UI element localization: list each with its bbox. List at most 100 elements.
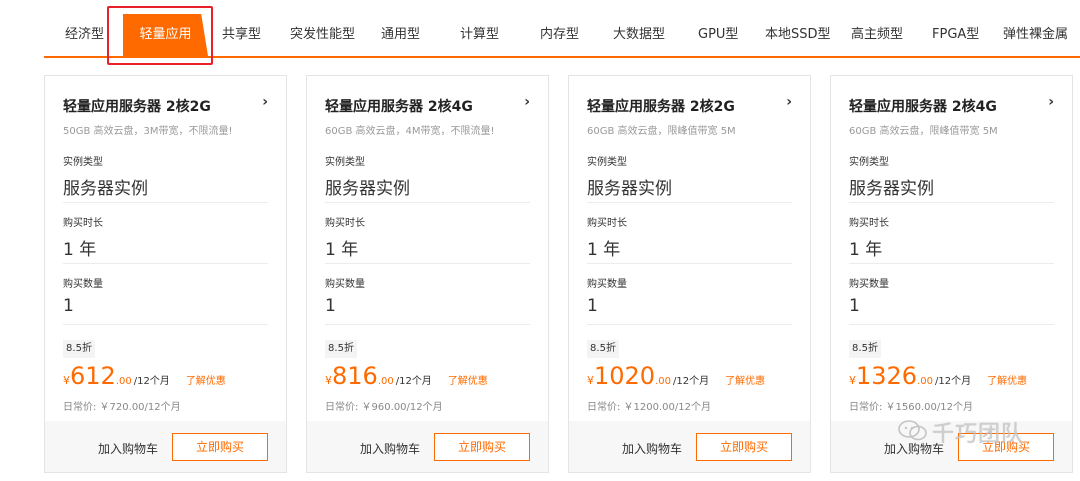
price-row: ¥1326.00/12个月 了解优惠 bbox=[849, 362, 1027, 392]
instance-type-label: 实例类型 bbox=[587, 157, 627, 168]
card-footer: 加入购物车 立即购买 bbox=[569, 421, 810, 472]
tab-compute[interactable]: 计算型 bbox=[460, 14, 499, 56]
tab-local-ssd[interactable]: 本地SSD型 bbox=[765, 14, 831, 56]
quantity-value[interactable]: 1 bbox=[849, 296, 860, 316]
price-currency: ¥ bbox=[63, 374, 70, 387]
price-period: /12个月 bbox=[133, 376, 170, 387]
add-to-cart-button[interactable]: 加入购物车 bbox=[622, 440, 682, 457]
instance-type-label: 实例类型 bbox=[325, 157, 365, 168]
discount-badge: 8.5折 bbox=[587, 340, 619, 358]
field-divider bbox=[63, 324, 268, 325]
buy-now-button[interactable]: 立即购买 bbox=[172, 433, 268, 461]
tab-general[interactable]: 通用型 bbox=[381, 14, 420, 56]
duration-label: 购买时长 bbox=[325, 218, 365, 229]
card-description: 60GB 高效云盘，4M带宽，不限流量! bbox=[325, 126, 495, 137]
field-divider bbox=[849, 324, 1054, 325]
instance-type-value[interactable]: 服务器实例 bbox=[63, 174, 148, 199]
buy-now-button[interactable]: 立即购买 bbox=[696, 433, 792, 461]
product-card: 轻量应用服务器 2核2G › 50GB 高效云盘，3M带宽，不限流量! 实例类型… bbox=[44, 75, 287, 473]
price-row: ¥816.00/12个月 了解优惠 bbox=[325, 362, 488, 392]
card-description: 50GB 高效云盘，3M带宽，不限流量! bbox=[63, 126, 233, 137]
discount-badge: 8.5折 bbox=[63, 340, 95, 358]
price-period: /12个月 bbox=[672, 376, 710, 387]
add-to-cart-button[interactable]: 加入购物车 bbox=[360, 440, 420, 457]
field-divider bbox=[849, 263, 1054, 264]
chevron-right-icon[interactable]: › bbox=[524, 94, 530, 110]
price-currency: ¥ bbox=[325, 374, 332, 387]
quantity-value[interactable]: 1 bbox=[325, 296, 336, 316]
tab-fpga[interactable]: FPGA型 bbox=[932, 14, 979, 56]
field-divider bbox=[849, 202, 1054, 203]
buy-now-button[interactable]: 立即购买 bbox=[434, 433, 530, 461]
list-price: 日常价: ￥1560.00/12个月 bbox=[849, 402, 973, 413]
field-divider bbox=[587, 324, 792, 325]
quantity-label: 购买数量 bbox=[63, 279, 103, 290]
field-divider bbox=[587, 202, 792, 203]
card-title: 轻量应用服务器 2核4G bbox=[849, 99, 997, 115]
price-period: /12个月 bbox=[395, 376, 432, 387]
field-divider bbox=[63, 202, 268, 203]
field-divider bbox=[587, 263, 792, 264]
price-decimal: .00 bbox=[377, 376, 394, 387]
card-footer: 加入购物车 立即购买 bbox=[307, 421, 548, 472]
duration-value[interactable]: 1 年 bbox=[63, 235, 96, 260]
price-period: /12个月 bbox=[934, 376, 972, 387]
price-integer: 816 bbox=[332, 362, 378, 390]
chevron-right-icon[interactable]: › bbox=[262, 94, 268, 110]
learn-offer-link[interactable]: 了解优惠 bbox=[987, 376, 1027, 387]
highlight-annotation-box bbox=[107, 6, 213, 65]
quantity-value[interactable]: 1 bbox=[587, 296, 598, 316]
price-integer: 1020 bbox=[594, 362, 656, 390]
card-title: 轻量应用服务器 2核2G bbox=[587, 99, 735, 115]
learn-offer-link[interactable]: 了解优惠 bbox=[725, 376, 765, 387]
duration-value[interactable]: 1 年 bbox=[325, 235, 358, 260]
field-divider bbox=[325, 324, 530, 325]
tab-gpu[interactable]: GPU型 bbox=[698, 14, 738, 56]
list-price: 日常价: ￥960.00/12个月 bbox=[325, 402, 443, 413]
tab-big-data[interactable]: 大数据型 bbox=[613, 14, 665, 56]
instance-type-value[interactable]: 服务器实例 bbox=[849, 174, 934, 199]
tab-burstable[interactable]: 突发性能型 bbox=[290, 14, 355, 56]
watermark-text: 千巧团队 bbox=[932, 422, 1025, 447]
product-card: 轻量应用服务器 2核2G › 60GB 高效云盘，限峰值带宽 5M 实例类型 服… bbox=[568, 75, 811, 473]
price-decimal: .00 bbox=[917, 376, 933, 387]
card-title: 轻量应用服务器 2核4G bbox=[325, 99, 473, 115]
duration-value[interactable]: 1 年 bbox=[849, 235, 882, 260]
learn-offer-link[interactable]: 了解优惠 bbox=[186, 376, 226, 387]
card-description: 60GB 高效云盘，限峰值带宽 5M bbox=[849, 126, 998, 137]
chevron-right-icon[interactable]: › bbox=[786, 94, 792, 110]
quantity-label: 购买数量 bbox=[587, 279, 627, 290]
card-description: 60GB 高效云盘，限峰值带宽 5M bbox=[587, 126, 736, 137]
chevron-right-icon[interactable]: › bbox=[1048, 94, 1054, 110]
instance-type-value[interactable]: 服务器实例 bbox=[325, 174, 410, 199]
watermark: 千巧团队 bbox=[898, 412, 1058, 452]
field-divider bbox=[63, 263, 268, 264]
price-integer: 612 bbox=[70, 362, 116, 390]
tab-high-frequency[interactable]: 高主频型 bbox=[851, 14, 903, 56]
tab-shared[interactable]: 共享型 bbox=[222, 14, 261, 56]
price-integer: 1326 bbox=[856, 362, 918, 390]
list-price: 日常价: ￥720.00/12个月 bbox=[63, 402, 181, 413]
tab-memory[interactable]: 内存型 bbox=[540, 14, 579, 56]
tab-economy[interactable]: 经济型 bbox=[65, 14, 104, 56]
product-card: 轻量应用服务器 2核4G › 60GB 高效云盘，4M带宽，不限流量! 实例类型… bbox=[306, 75, 549, 473]
wechat-icon bbox=[898, 420, 927, 441]
add-to-cart-button[interactable]: 加入购物车 bbox=[98, 440, 158, 457]
card-title: 轻量应用服务器 2核2G bbox=[63, 99, 211, 115]
instance-type-value[interactable]: 服务器实例 bbox=[587, 174, 672, 199]
quantity-value[interactable]: 1 bbox=[63, 296, 74, 316]
discount-badge: 8.5折 bbox=[849, 340, 881, 358]
card-footer: 加入购物车 立即购买 bbox=[45, 421, 286, 472]
duration-label: 购买时长 bbox=[849, 218, 889, 229]
quantity-label: 购买数量 bbox=[325, 279, 365, 290]
price-currency: ¥ bbox=[849, 374, 856, 387]
duration-value[interactable]: 1 年 bbox=[587, 235, 620, 260]
learn-offer-link[interactable]: 了解优惠 bbox=[448, 376, 488, 387]
duration-label: 购买时长 bbox=[587, 218, 627, 229]
field-divider bbox=[325, 202, 530, 203]
duration-label: 购买时长 bbox=[63, 218, 103, 229]
tab-bare-metal[interactable]: 弹性裸金属 bbox=[1003, 14, 1068, 56]
instance-type-label: 实例类型 bbox=[63, 157, 103, 168]
price-decimal: .00 bbox=[655, 376, 671, 387]
price-currency: ¥ bbox=[587, 374, 594, 387]
